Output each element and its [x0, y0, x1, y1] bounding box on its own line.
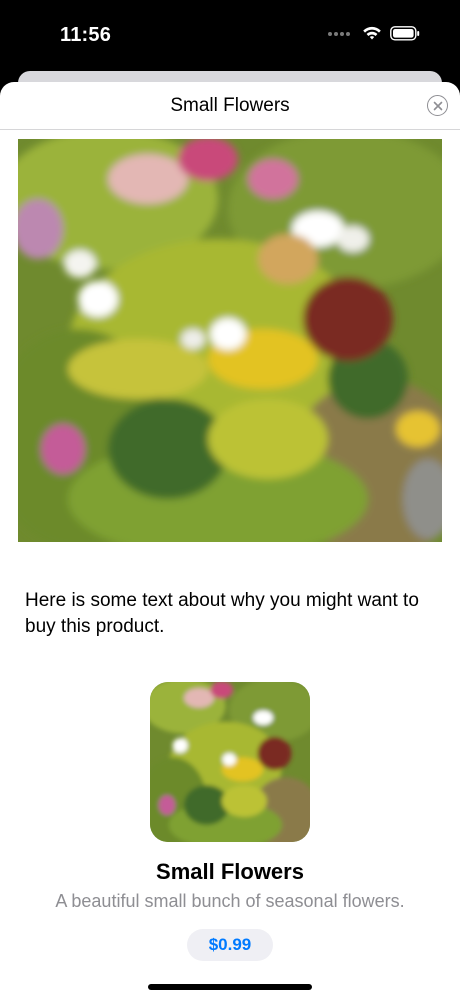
cellular-signal-icon: [328, 31, 350, 36]
price-button[interactable]: $0.99: [187, 929, 273, 961]
product-name: Small Flowers: [156, 859, 304, 884]
navigation-bar: Small Flowers: [0, 82, 460, 130]
product-thumbnail: [150, 682, 310, 842]
home-indicator: [148, 984, 312, 990]
product-hero-image: [18, 139, 442, 542]
product-sheet: Small Flowers Here is some text about wh…: [0, 82, 460, 1000]
wifi-icon: [363, 26, 381, 40]
close-button[interactable]: [427, 95, 448, 116]
xmark-circle-icon: [433, 101, 442, 110]
battery-icon: [390, 26, 420, 41]
sheet-title: Small Flowers: [170, 95, 290, 116]
product-description: Here is some text about why you might wa…: [25, 590, 419, 637]
status-bar: 11:56: [0, 0, 460, 70]
status-icons: [328, 26, 420, 41]
product-subtitle: A beautiful small bunch of seasonal flow…: [55, 891, 405, 911]
status-time: 11:56: [60, 24, 112, 46]
